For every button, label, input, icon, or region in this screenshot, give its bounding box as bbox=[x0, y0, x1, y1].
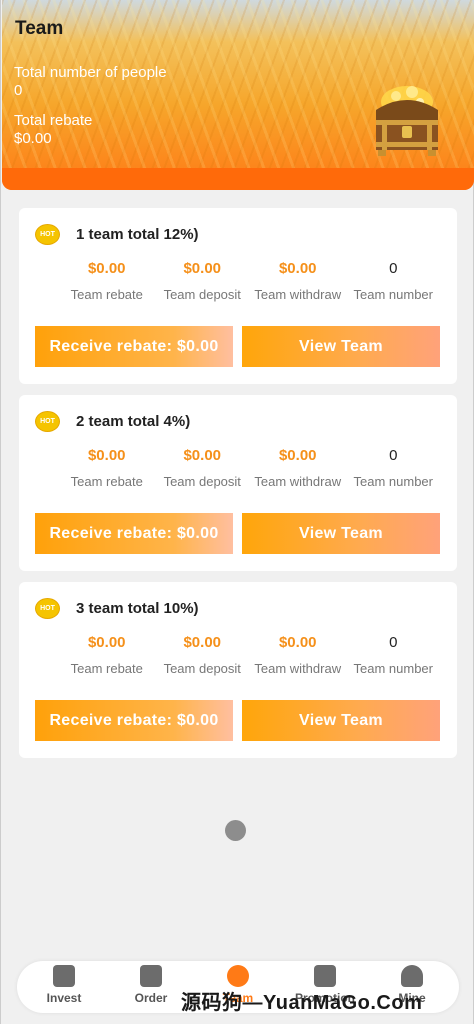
loading-spinner-icon bbox=[225, 820, 246, 841]
tab-invest[interactable]: Invest bbox=[29, 965, 99, 1005]
metric-team-number: 0 Team number bbox=[346, 634, 442, 676]
card-title: 1 team total 12%) bbox=[76, 226, 199, 243]
page: Team Total number of people 0 Total reba… bbox=[0, 0, 474, 1024]
team-icon bbox=[227, 965, 249, 987]
tab-order[interactable]: Order bbox=[116, 965, 186, 1005]
hot-badge-icon: HOT bbox=[35, 224, 60, 245]
metric-label: Team rebate bbox=[70, 661, 143, 676]
metric-label: Team deposit bbox=[163, 661, 241, 676]
metric-value: $0.00 bbox=[183, 447, 222, 464]
metric-value: $0.00 bbox=[87, 634, 126, 651]
metric-team-withdraw: $0.00 Team withdraw bbox=[250, 260, 346, 302]
metric-team-number: 0 Team number bbox=[346, 447, 442, 489]
metric-value: $0.00 bbox=[278, 260, 317, 277]
metric-label: Team number bbox=[353, 287, 433, 302]
metric-label: Team number bbox=[353, 474, 433, 489]
hot-badge-icon: HOT bbox=[35, 411, 60, 432]
chart-icon bbox=[140, 965, 162, 987]
metric-team-deposit: $0.00 Team deposit bbox=[155, 260, 251, 302]
metric-label: Team deposit bbox=[163, 474, 241, 489]
receive-rebate-button[interactable]: Receive rebate: $0.00 bbox=[35, 326, 233, 367]
metric-team-deposit: $0.00 Team deposit bbox=[155, 447, 251, 489]
metric-label: Team withdraw bbox=[254, 287, 342, 302]
card-title: 3 team total 10%) bbox=[76, 600, 199, 617]
view-team-button[interactable]: View Team bbox=[242, 326, 440, 367]
card-title: 2 team total 4%) bbox=[76, 413, 191, 430]
team-card-level-1: HOT 1 team total 12%) $0.00 Team rebate … bbox=[19, 208, 457, 384]
hot-badge-icon: HOT bbox=[35, 598, 60, 619]
metric-label: Team rebate bbox=[70, 474, 143, 489]
view-team-button[interactable]: View Team bbox=[242, 513, 440, 554]
metric-value: 0 bbox=[389, 634, 398, 651]
metric-team-rebate: $0.00 Team rebate bbox=[59, 634, 155, 676]
metric-label: Team number bbox=[353, 661, 433, 676]
team-card-level-3: HOT 3 team total 10%) $0.00 Team rebate … bbox=[19, 582, 457, 758]
metric-team-withdraw: $0.00 Team withdraw bbox=[250, 634, 346, 676]
user-icon bbox=[401, 965, 423, 987]
team-card-level-2: HOT 2 team total 4%) $0.00 Team rebate $… bbox=[19, 395, 457, 571]
header-banner: Team Total number of people 0 Total reba… bbox=[2, 0, 474, 190]
metric-value: $0.00 bbox=[183, 634, 222, 651]
receive-rebate-button[interactable]: Receive rebate: $0.00 bbox=[35, 700, 233, 741]
metric-value: $0.00 bbox=[87, 447, 126, 464]
metrics-row: $0.00 Team rebate $0.00 Team deposit $0.… bbox=[59, 447, 453, 489]
metric-value: $0.00 bbox=[278, 447, 317, 464]
metric-label: Team rebate bbox=[70, 287, 143, 302]
metric-value: $0.00 bbox=[87, 260, 126, 277]
total-rebate-stat: Total rebate $0.00 bbox=[14, 112, 92, 148]
metric-team-number: 0 Team number bbox=[346, 260, 442, 302]
tab-label: Invest bbox=[46, 991, 82, 1005]
metric-team-rebate: $0.00 Team rebate bbox=[59, 447, 155, 489]
total-people-stat: Total number of people 0 bbox=[14, 64, 167, 100]
metric-value: $0.00 bbox=[183, 260, 222, 277]
metric-value: 0 bbox=[389, 447, 398, 464]
receive-rebate-button[interactable]: Receive rebate: $0.00 bbox=[35, 513, 233, 554]
page-title: Team bbox=[15, 18, 64, 39]
metric-value: 0 bbox=[389, 260, 398, 277]
card-header: HOT 2 team total 4%) bbox=[35, 411, 190, 432]
total-rebate-value: $0.00 bbox=[14, 130, 52, 147]
metric-label: Team deposit bbox=[163, 287, 241, 302]
metric-team-rebate: $0.00 Team rebate bbox=[59, 260, 155, 302]
metric-value: $0.00 bbox=[278, 634, 317, 651]
metric-team-deposit: $0.00 Team deposit bbox=[155, 634, 251, 676]
card-header: HOT 3 team total 10%) bbox=[35, 598, 199, 619]
treasure-chest-icon bbox=[376, 86, 438, 156]
view-team-button[interactable]: View Team bbox=[242, 700, 440, 741]
total-rebate-label: Total rebate bbox=[14, 112, 93, 129]
metric-team-withdraw: $0.00 Team withdraw bbox=[250, 447, 346, 489]
metrics-row: $0.00 Team rebate $0.00 Team deposit $0.… bbox=[59, 634, 453, 676]
metric-label: Team withdraw bbox=[254, 661, 342, 676]
bar-chart-icon bbox=[314, 965, 336, 987]
card-header: HOT 1 team total 12%) bbox=[35, 224, 199, 245]
home-icon bbox=[53, 965, 75, 987]
metric-label: Team withdraw bbox=[254, 474, 342, 489]
total-people-label: Total number of people bbox=[14, 64, 167, 81]
tab-label: Order bbox=[134, 991, 168, 1005]
metrics-row: $0.00 Team rebate $0.00 Team deposit $0.… bbox=[59, 260, 453, 302]
watermark: 源码狗—YuanMaGo.Com bbox=[181, 992, 423, 1014]
total-people-value: 0 bbox=[14, 82, 23, 99]
